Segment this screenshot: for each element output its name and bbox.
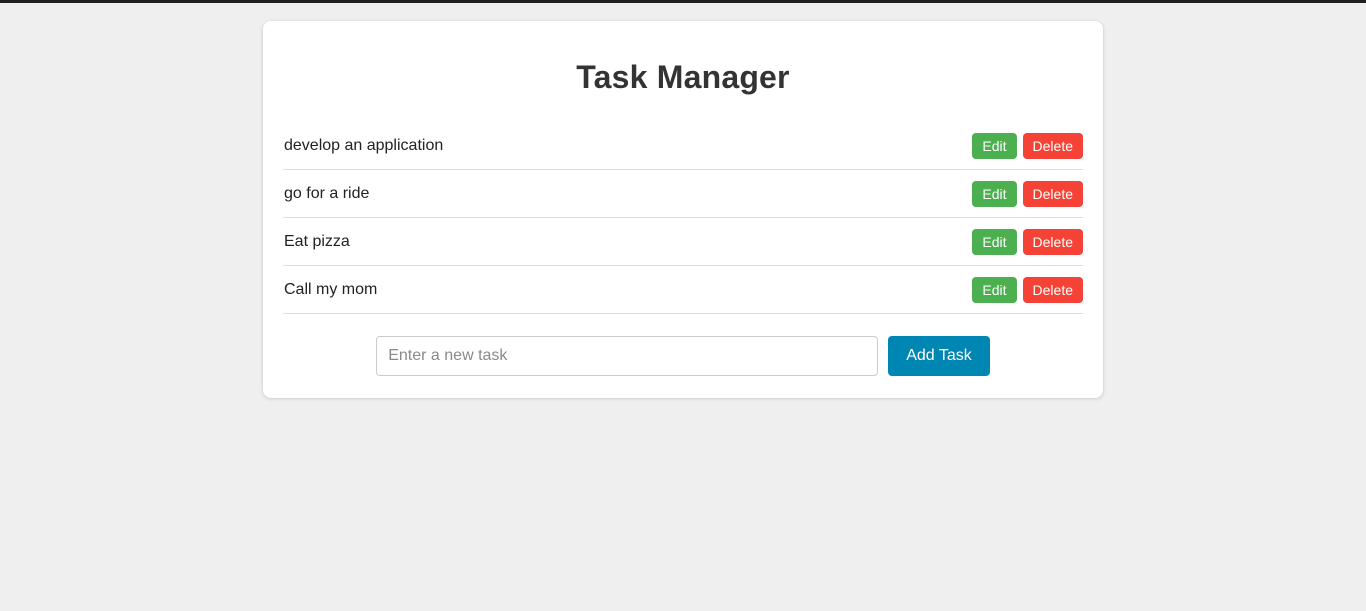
task-label: go for a ride: [284, 184, 370, 202]
new-task-input[interactable]: [376, 336, 879, 376]
delete-button[interactable]: Delete: [1022, 228, 1083, 255]
add-task-button[interactable]: Add Task: [888, 336, 990, 376]
task-label: develop an application: [284, 136, 444, 154]
delete-button[interactable]: Delete: [1022, 276, 1083, 303]
edit-button[interactable]: Edit: [972, 180, 1017, 207]
delete-button[interactable]: Delete: [1022, 180, 1083, 207]
task-row: Call my mom Edit Delete: [283, 266, 1083, 314]
add-task-form: Add Task: [283, 314, 1083, 376]
task-actions: Edit Delete: [972, 132, 1083, 159]
task-actions: Edit Delete: [972, 180, 1083, 207]
task-actions: Edit Delete: [972, 228, 1083, 255]
edit-button[interactable]: Edit: [972, 276, 1017, 303]
page-title: Task Manager: [576, 59, 790, 95]
task-manager-card: Task Manager develop an application Edit…: [263, 21, 1103, 398]
task-list: develop an application Edit Delete go fo…: [283, 122, 1083, 314]
edit-button[interactable]: Edit: [972, 228, 1017, 255]
edit-button[interactable]: Edit: [972, 132, 1017, 159]
task-label: Eat pizza: [284, 232, 350, 250]
task-actions: Edit Delete: [972, 276, 1083, 303]
page-container: Task Manager develop an application Edit…: [0, 3, 1366, 398]
task-row: develop an application Edit Delete: [283, 122, 1083, 170]
task-row: Eat pizza Edit Delete: [283, 218, 1083, 266]
task-row: go for a ride Edit Delete: [283, 170, 1083, 218]
task-label: Call my mom: [284, 280, 378, 298]
delete-button[interactable]: Delete: [1022, 132, 1083, 159]
